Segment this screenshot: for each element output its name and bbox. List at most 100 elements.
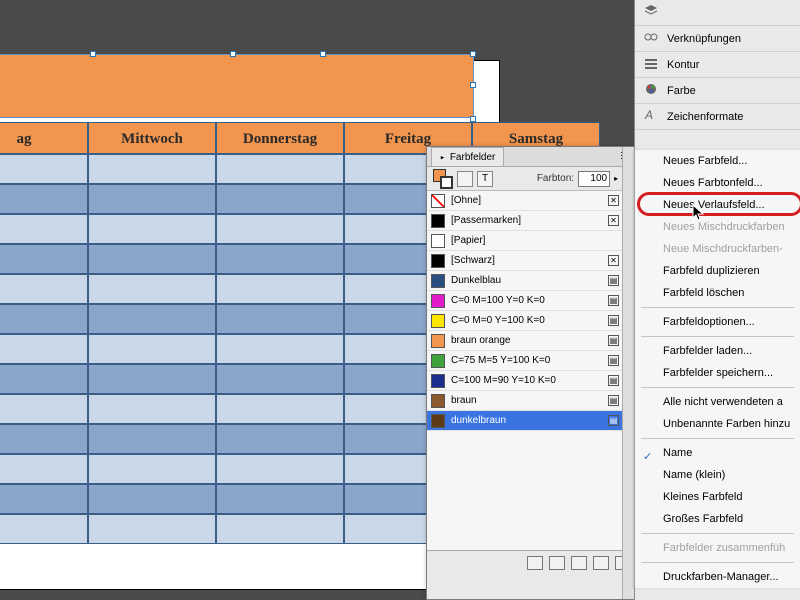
menu-item: Farbfelder zusammenfüh — [635, 537, 800, 559]
calendar-cell[interactable] — [0, 484, 88, 514]
fill-stroke-proxy[interactable] — [433, 169, 453, 189]
calendar-cell[interactable] — [88, 394, 216, 424]
menu-item[interactable]: Farbfeldoptionen... — [635, 311, 800, 333]
calendar-cell[interactable] — [88, 214, 216, 244]
selected-frame[interactable] — [0, 54, 474, 118]
calendar-cell[interactable] — [0, 454, 88, 484]
calendar-cell[interactable] — [216, 364, 344, 394]
menu-item[interactable]: Unbenannte Farben hinzu — [635, 413, 800, 435]
menu-item[interactable]: Farbfelder speichern... — [635, 362, 800, 384]
calendar-cell[interactable] — [0, 424, 88, 454]
calendar-cell[interactable] — [88, 454, 216, 484]
menu-label: Neue Mischdruckfarben- — [663, 243, 783, 255]
swatch-row[interactable]: braun orange▤▦ — [427, 331, 637, 351]
menu-item[interactable]: Farbfeld duplizieren — [635, 260, 800, 282]
calendar-cell[interactable] — [216, 334, 344, 364]
swatch-row[interactable]: [Passermarken]✕⊕ — [427, 211, 637, 231]
swatch-list[interactable]: [Ohne]✕▨[Passermarken]✕⊕[Papier][Schwarz… — [427, 191, 637, 551]
new-swatch-icon[interactable] — [593, 556, 609, 570]
calendar-cell[interactable] — [216, 274, 344, 304]
calendar-cell[interactable] — [216, 214, 344, 244]
menu-item[interactable]: Alle nicht verwendeten a — [635, 391, 800, 413]
sel-handle[interactable] — [470, 82, 476, 88]
calendar-cell[interactable] — [216, 304, 344, 334]
calendar-cell[interactable] — [216, 424, 344, 454]
calendar-cell[interactable] — [216, 184, 344, 214]
sel-handle[interactable] — [230, 51, 236, 57]
show-color-icon[interactable] — [549, 556, 565, 570]
text-icon[interactable]: T — [477, 171, 493, 187]
menu-item[interactable]: Druckfarben-Manager... — [635, 566, 800, 588]
calendar-cell[interactable] — [216, 514, 344, 544]
calendar-cell[interactable] — [216, 484, 344, 514]
menu-item[interactable]: Farbfelder laden... — [635, 340, 800, 362]
swatch-row[interactable]: C=75 M=5 Y=100 K=0▤▦ — [427, 351, 637, 371]
dock-row-color[interactable]: Farbe — [635, 78, 800, 104]
panel-tab-swatches[interactable]: ▸ Farbfelder — [431, 147, 504, 166]
dock-row-char[interactable]: AZeichenformate — [635, 104, 800, 130]
calendar-cell[interactable] — [0, 274, 88, 304]
calendar-cell[interactable] — [88, 484, 216, 514]
calendar-cell[interactable] — [0, 514, 88, 544]
calendar-cell[interactable] — [0, 154, 88, 184]
menu-item[interactable]: Kleines Farbfeld — [635, 486, 800, 508]
calendar-cell[interactable] — [88, 154, 216, 184]
swatch-row[interactable]: braun▤▦ — [427, 391, 637, 411]
swatch-row[interactable]: C=100 M=90 Y=10 K=0▤▦ — [427, 371, 637, 391]
menu-label: Neues Mischdruckfarben — [663, 221, 785, 233]
calendar-cell[interactable] — [0, 364, 88, 394]
calendar-cell[interactable] — [88, 304, 216, 334]
show-all-icon[interactable] — [527, 556, 543, 570]
calendar-cell[interactable] — [88, 424, 216, 454]
menu-item[interactable]: Neues Verlaufsfeld... — [635, 194, 800, 216]
tint-arrow-icon[interactable]: ▸ — [614, 174, 618, 183]
menu-item[interactable]: Großes Farbfeld — [635, 508, 800, 530]
calendar-cell[interactable] — [0, 244, 88, 274]
swatch-row[interactable]: C=0 M=100 Y=0 K=0▤▦ — [427, 291, 637, 311]
calendar-cell[interactable] — [0, 214, 88, 244]
calendar-cell[interactable] — [0, 184, 88, 214]
menu-item[interactable]: Farbfeld löschen — [635, 282, 800, 304]
menu-label: Druckfarben-Manager... — [663, 571, 779, 583]
dock-row-layers[interactable] — [635, 0, 800, 26]
menu-item[interactable]: Neues Farbtonfeld... — [635, 172, 800, 194]
show-gradient-icon[interactable] — [571, 556, 587, 570]
dock-row-links[interactable]: Verknüpfungen — [635, 26, 800, 52]
panel-toolbar: T Farbton: ▸ % — [427, 167, 637, 191]
stroke-chip[interactable] — [440, 176, 453, 189]
calendar-cell[interactable] — [88, 514, 216, 544]
container-icon[interactable] — [457, 171, 473, 187]
swatch-row[interactable]: [Papier] — [427, 231, 637, 251]
swatch-row[interactable]: [Ohne]✕▨ — [427, 191, 637, 211]
calendar-cell[interactable] — [88, 274, 216, 304]
calendar-cell[interactable] — [216, 394, 344, 424]
menu-label: Farbfelder laden... — [663, 345, 752, 357]
menu-item[interactable]: Neues Farbfeld... — [635, 150, 800, 172]
menu-item: Neue Mischdruckfarben- — [635, 238, 800, 260]
swatch-row[interactable]: C=0 M=0 Y=100 K=0▤▦ — [427, 311, 637, 331]
calendar-cell[interactable] — [216, 154, 344, 184]
tint-input[interactable] — [578, 171, 610, 187]
calendar-cell[interactable] — [88, 334, 216, 364]
sel-handle[interactable] — [320, 51, 326, 57]
menu-item[interactable]: Name (klein) — [635, 464, 800, 486]
swatch-row[interactable]: Dunkelblau▤▦ — [427, 271, 637, 291]
collapse-arrow-icon: ▸ — [441, 151, 445, 164]
swatch-row[interactable]: dunkelbraun▤▦ — [427, 411, 637, 431]
sel-handle[interactable] — [90, 51, 96, 57]
swatch-row[interactable]: [Schwarz]✕▦ — [427, 251, 637, 271]
calendar-cell[interactable] — [88, 184, 216, 214]
menu-label: Neues Farbfeld... — [663, 155, 747, 167]
dock-row-stroke[interactable]: Kontur — [635, 52, 800, 78]
calendar-cell[interactable] — [88, 244, 216, 274]
calendar-cell[interactable] — [0, 304, 88, 334]
calendar-cell[interactable] — [216, 454, 344, 484]
calendar-cell[interactable] — [216, 244, 344, 274]
menu-item[interactable]: ✓Name — [635, 442, 800, 464]
calendar-cell[interactable] — [0, 334, 88, 364]
calendar-cell[interactable] — [0, 394, 88, 424]
panel-tab-label: Farbfelder — [450, 152, 496, 163]
sel-handle[interactable] — [470, 51, 476, 57]
swatch-name: C=0 M=0 Y=100 K=0 — [451, 315, 602, 326]
calendar-cell[interactable] — [88, 364, 216, 394]
